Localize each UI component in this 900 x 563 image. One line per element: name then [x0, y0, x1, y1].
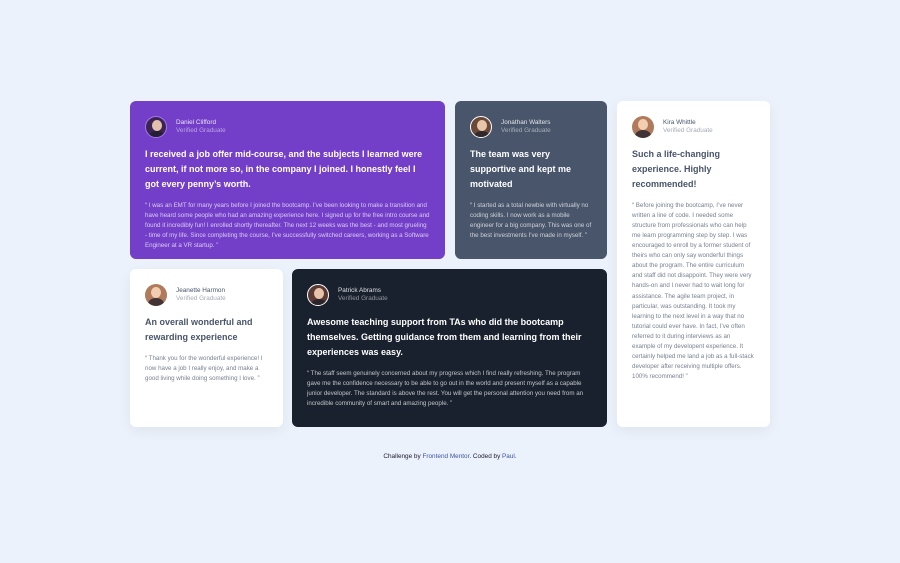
- testimonial-header: Jeanette Harmon Verified Graduate: [145, 284, 268, 306]
- testimonial-header: Daniel Clifford Verified Graduate: [145, 116, 430, 138]
- testimonial-header: Patrick Abrams Verified Graduate: [307, 284, 592, 306]
- testimonial-quote: “ The staff seem genuinely concerned abo…: [307, 369, 584, 407]
- testimonial-quote: “ Thank you for the wonderful experience…: [145, 354, 263, 382]
- testimonial-card-patrick: Patrick Abrams Verified Graduate Awesome…: [292, 269, 607, 427]
- author-name: Jeanette Harmon: [176, 286, 226, 294]
- avatar: [145, 116, 167, 138]
- author-link[interactable]: Paul: [502, 453, 515, 460]
- author-name: Kira Whittle: [663, 118, 696, 126]
- author: Jonathan Walters Verified Graduate: [501, 119, 551, 136]
- author: Patrick Abrams Verified Graduate: [338, 287, 388, 304]
- testimonial-title: The team was very supportive and kept me…: [470, 149, 572, 189]
- author-role: Verified Graduate: [176, 127, 226, 134]
- author-name: Daniel Clifford: [176, 118, 217, 126]
- avatar: [470, 116, 492, 138]
- avatar: [145, 284, 167, 306]
- avatar: [307, 284, 329, 306]
- testimonial-card-kira: Kira Whittle Verified Graduate Such a li…: [617, 101, 770, 427]
- author: Kira Whittle Verified Graduate: [663, 119, 713, 136]
- testimonial-quote: “ I was an EMT for many years before I j…: [145, 201, 430, 249]
- attribution-footer: Challenge by Frontend Mentor. Coded by P…: [0, 453, 900, 460]
- attribution-prefix: Challenge by: [383, 453, 423, 460]
- testimonial-title: Awesome teaching support from TAs who di…: [307, 317, 582, 357]
- author: Jeanette Harmon Verified Graduate: [176, 287, 226, 304]
- testimonial-header: Kira Whittle Verified Graduate: [632, 116, 755, 138]
- testimonial-title: An overall wonderful and rewarding exper…: [145, 317, 253, 342]
- author-role: Verified Graduate: [176, 295, 226, 302]
- testimonial-card-daniel: Daniel Clifford Verified Graduate I rece…: [130, 101, 445, 259]
- testimonial-card-jeanette: Jeanette Harmon Verified Graduate An ove…: [130, 269, 283, 427]
- author: Daniel Clifford Verified Graduate: [176, 119, 226, 136]
- testimonial-card-jonathan: Jonathan Walters Verified Graduate The t…: [455, 101, 607, 259]
- testimonial-title: Such a life-changing experience. Highly …: [632, 149, 721, 189]
- author-role: Verified Graduate: [501, 127, 551, 134]
- author-role: Verified Graduate: [338, 295, 388, 302]
- author-name: Patrick Abrams: [338, 286, 381, 294]
- testimonial-quote: “ I started as a total newbie with virtu…: [470, 201, 592, 239]
- testimonial-title: I received a job offer mid-course, and t…: [145, 149, 423, 189]
- attribution-suffix: .: [514, 453, 517, 460]
- author-name: Jonathan Walters: [501, 118, 551, 126]
- avatar: [632, 116, 654, 138]
- testimonial-quote: “ Before joining the bootcamp, I’ve neve…: [632, 201, 754, 381]
- author-role: Verified Graduate: [663, 127, 713, 134]
- attribution-middle: . Coded by: [469, 453, 503, 460]
- testimonial-header: Jonathan Walters Verified Graduate: [470, 116, 592, 138]
- frontend-mentor-link[interactable]: Frontend Mentor: [422, 453, 469, 460]
